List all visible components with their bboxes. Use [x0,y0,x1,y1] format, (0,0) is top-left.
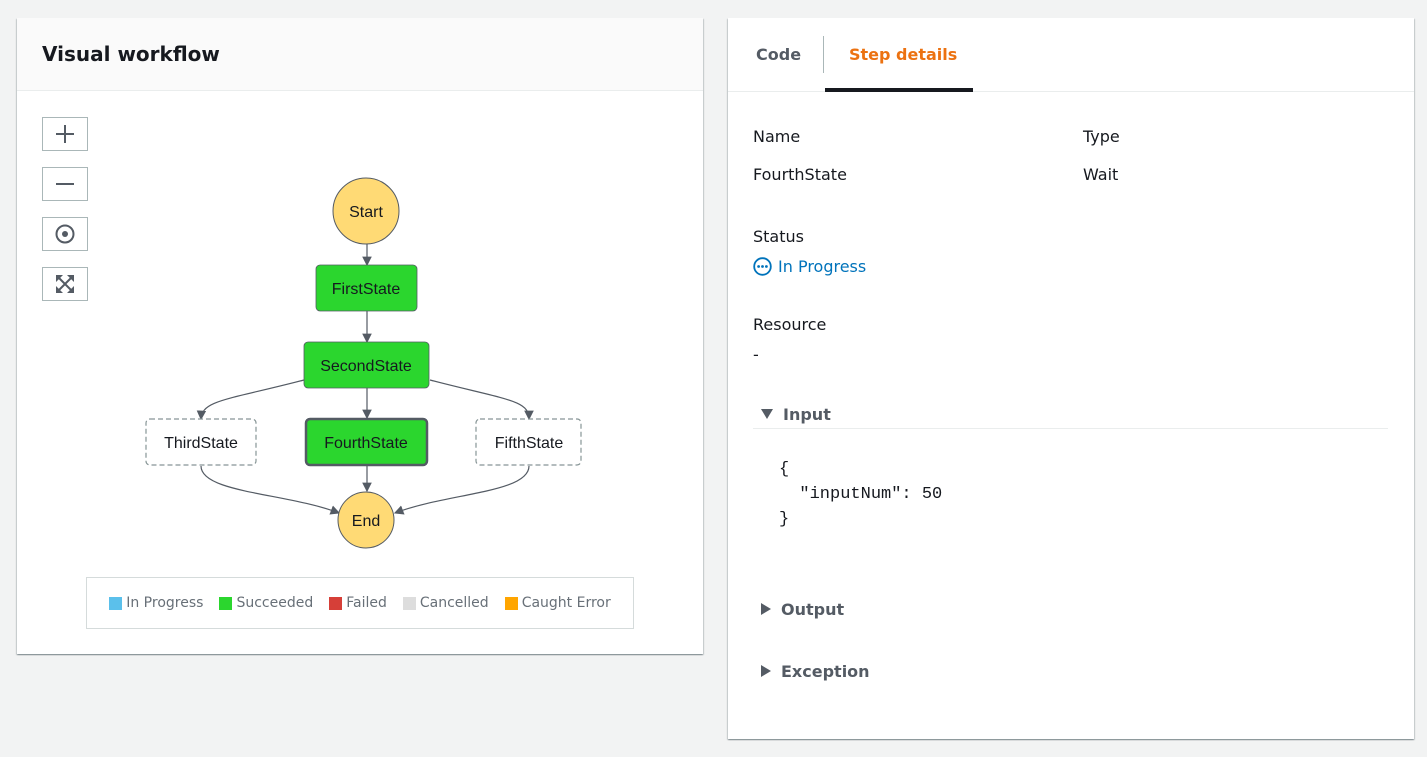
legend-swatch [504,596,518,610]
legend-label: In Progress [126,595,204,611]
input-label: Input [783,404,831,424]
legend-label: Caught Error [521,595,611,611]
node-start-label: Start [349,204,383,221]
edge-third-end [200,465,341,515]
name-label: Name [753,127,801,146]
legend-swatch [219,596,233,610]
legend-in-progress: In Progress [109,595,203,611]
status-value: In Progress [753,257,866,276]
legend-label: Succeeded [236,595,314,611]
in-progress-icon [753,257,772,276]
node-start[interactable]: Start [332,177,400,245]
legend-failed: Failed [329,595,387,611]
node-second-state[interactable]: SecondState [303,341,430,389]
name-value: FourthState [753,165,847,184]
legend-swatch [109,596,123,610]
node-end[interactable]: End [337,491,395,549]
edge-second-third [196,379,305,421]
node-end-label: End [352,513,380,530]
legend-cancelled: Cancelled [402,595,489,611]
type-value: Wait [1083,165,1119,184]
caret-down-icon [761,409,773,419]
node-fourth-state[interactable]: FourthState [304,417,429,467]
node-first-label: FirstState [332,281,401,298]
details-tabs: Code Step details [728,18,1414,92]
type-label: Type [1083,127,1120,146]
status-legend: In Progress Succeeded Failed Cancelled C… [86,577,634,629]
node-second-label: SecondState [320,358,412,375]
node-fifth-label: FifthState [495,435,564,452]
details-panel: Code Step details Name FourthState Type … [728,18,1414,739]
resource-label: Resource [753,315,827,334]
legend-label: Cancelled [419,595,489,611]
node-fourth-label: FourthState [324,435,408,452]
node-third-state[interactable]: ThirdState [145,418,257,466]
node-fifth-state[interactable]: FifthState [475,418,582,466]
input-json: { "inputNum": 50 } [779,460,943,529]
node-first-state[interactable]: FirstState [315,264,418,312]
tab-step-details[interactable]: Step details [824,18,973,92]
status-label: Status [753,227,804,246]
caret-right-icon [761,603,771,615]
legend-succeeded: Succeeded [219,595,313,611]
visual-workflow-panel: Visual workflow Start FirstState SecondS… [17,18,703,654]
caret-right-icon [761,665,771,677]
edge-fifth-end [393,465,530,515]
output-label: Output [781,599,845,619]
exception-expander[interactable]: Exception [753,659,1388,683]
input-expander[interactable]: Input [753,400,1388,429]
output-expander[interactable]: Output [753,597,1388,621]
node-third-label: ThirdState [164,435,238,452]
resource-value: - [753,345,759,364]
legend-swatch [402,596,416,610]
edge-second-fifth [429,379,534,421]
legend-caught-error: Caught Error [504,595,611,611]
exception-label: Exception [781,661,870,681]
workflow-graph: Start FirstState SecondState ThirdState … [145,177,582,549]
tab-code[interactable]: Code [728,18,823,91]
status-text: In Progress [778,257,867,276]
legend-label: Failed [346,595,387,611]
legend-swatch [329,596,343,610]
